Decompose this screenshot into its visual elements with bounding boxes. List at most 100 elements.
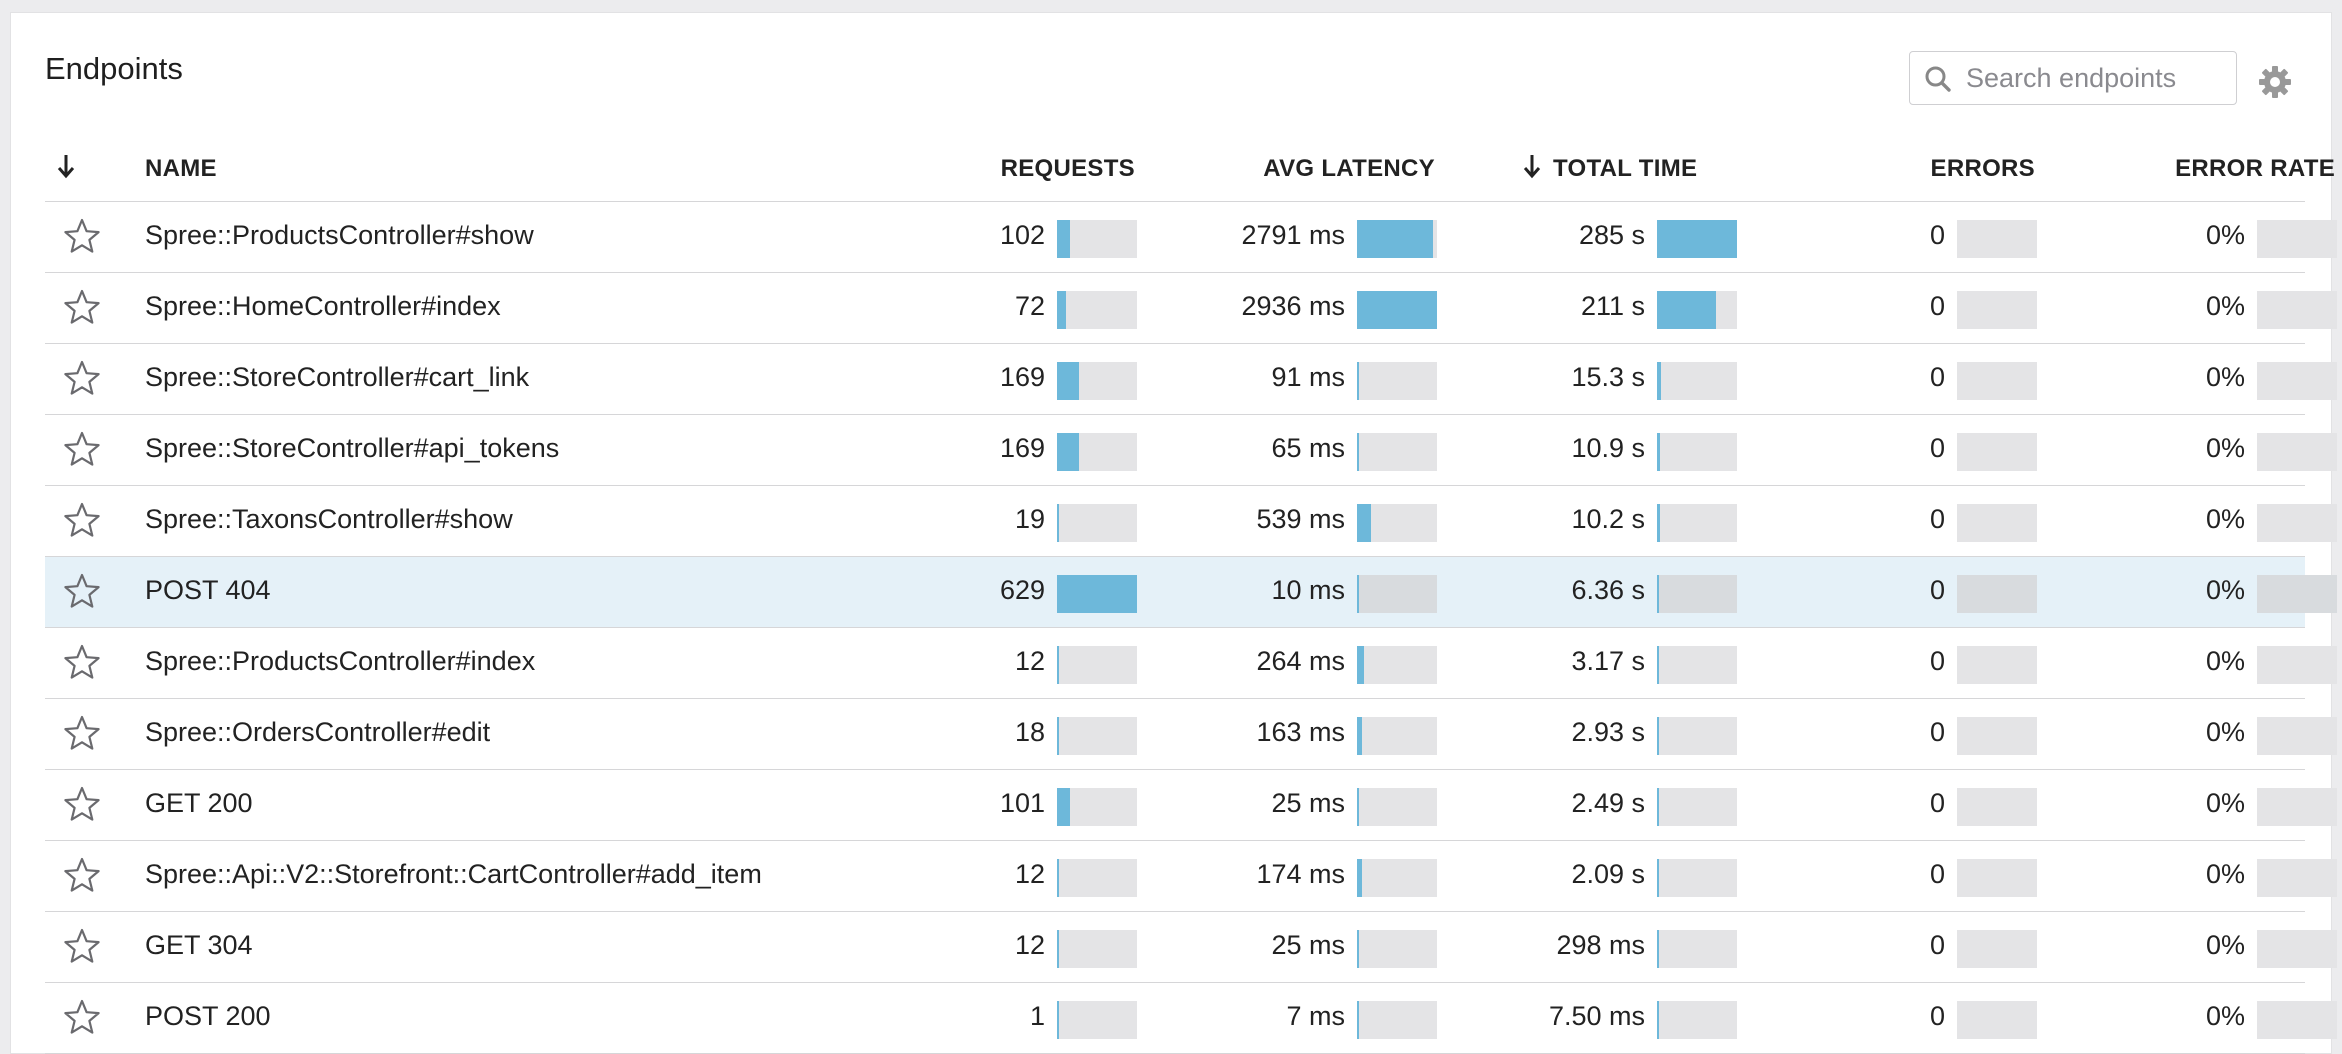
table-row[interactable]: Spree::TaxonsController#show 19 539 ms 1… xyxy=(45,486,2337,557)
errors-value: 0 xyxy=(1929,717,1945,747)
avg-latency-bar xyxy=(1357,504,1437,542)
total-time-value: 2.49 s xyxy=(1571,788,1645,818)
errors-value: 0 xyxy=(1929,1001,1945,1031)
star-icon[interactable] xyxy=(63,927,101,965)
table-row[interactable]: Spree::ProductsController#show 102 2791 … xyxy=(45,202,2337,273)
errors-bar xyxy=(1957,930,2037,968)
error-rate-value: 0% xyxy=(2205,220,2245,250)
table-row[interactable]: Spree::ProductsController#index 12 264 m… xyxy=(45,628,2337,699)
star-icon[interactable] xyxy=(63,714,101,752)
endpoint-name-link[interactable]: Spree::StoreController#api_tokens xyxy=(145,433,559,464)
avg-latency-bar xyxy=(1357,930,1437,968)
requests-value: 101 xyxy=(999,788,1045,818)
star-icon[interactable] xyxy=(63,430,101,468)
error-rate-value: 0% xyxy=(2205,930,2245,960)
star-icon[interactable] xyxy=(63,643,101,681)
requests-value: 12 xyxy=(1014,930,1045,960)
total-time-value: 3.17 s xyxy=(1571,646,1645,676)
requests-value: 629 xyxy=(999,575,1045,605)
requests-value: 12 xyxy=(1014,646,1045,676)
total-time-value: 2.09 s xyxy=(1571,859,1645,889)
star-icon[interactable] xyxy=(63,572,101,610)
table-row[interactable]: Spree::Api::V2::Storefront::CartControll… xyxy=(45,841,2337,912)
endpoint-name-link[interactable]: Spree::StoreController#cart_link xyxy=(145,362,529,393)
table-row[interactable]: GET 200 101 25 ms 2.49 s 0 0% xyxy=(45,770,2337,841)
avg-latency-value: 2791 ms xyxy=(1241,220,1345,250)
column-header-name[interactable]: NAME xyxy=(145,155,217,183)
arrow-down-icon[interactable] xyxy=(55,151,77,181)
avg-latency-bar xyxy=(1357,859,1437,897)
errors-bar xyxy=(1957,1001,2037,1039)
table-row[interactable]: Spree::HomeController#index 72 2936 ms 2… xyxy=(45,273,2337,344)
table-row[interactable]: GET 304 12 25 ms 298 ms 0 0% xyxy=(45,912,2337,983)
endpoint-name-link[interactable]: GET 304 xyxy=(145,930,253,961)
requests-bar xyxy=(1057,220,1137,258)
errors-bar xyxy=(1957,433,2037,471)
total-time-value: 10.9 s xyxy=(1571,433,1645,463)
endpoint-name-link[interactable]: Spree::TaxonsController#show xyxy=(145,504,513,535)
requests-value: 18 xyxy=(1014,717,1045,747)
column-header-avg-latency[interactable]: AVG LATENCY xyxy=(1195,155,1435,183)
endpoint-name-link[interactable]: Spree::OrdersController#edit xyxy=(145,717,490,748)
total-time-value: 6.36 s xyxy=(1571,575,1645,605)
error-rate-value: 0% xyxy=(2205,433,2245,463)
star-icon[interactable] xyxy=(63,785,101,823)
error-rate-bar xyxy=(2257,220,2337,258)
avg-latency-value: 7 ms xyxy=(1286,1001,1345,1031)
errors-value: 0 xyxy=(1929,362,1945,392)
endpoint-name-link[interactable]: GET 200 xyxy=(145,788,253,819)
avg-latency-bar xyxy=(1357,1001,1437,1039)
search-input[interactable] xyxy=(1966,60,2226,96)
avg-latency-bar xyxy=(1357,220,1437,258)
search-box[interactable] xyxy=(1909,51,2237,105)
star-icon[interactable] xyxy=(63,217,101,255)
error-rate-value: 0% xyxy=(2205,362,2245,392)
endpoints-table-body: Spree::ProductsController#show 102 2791 … xyxy=(45,202,2337,1054)
requests-bar xyxy=(1057,362,1137,400)
table-row[interactable]: Spree::OrdersController#edit 18 163 ms 2… xyxy=(45,699,2337,770)
avg-latency-bar xyxy=(1357,575,1437,613)
requests-bar xyxy=(1057,433,1137,471)
total-time-bar xyxy=(1657,433,1737,471)
requests-value: 12 xyxy=(1014,859,1045,889)
avg-latency-value: 25 ms xyxy=(1271,788,1345,818)
total-time-bar xyxy=(1657,575,1737,613)
star-icon[interactable] xyxy=(63,288,101,326)
search-icon xyxy=(1925,66,1951,92)
error-rate-value: 0% xyxy=(2205,504,2245,534)
star-icon[interactable] xyxy=(63,359,101,397)
endpoint-name-link[interactable]: POST 404 xyxy=(145,575,271,606)
requests-bar xyxy=(1057,291,1137,329)
table-row[interactable]: Spree::StoreController#cart_link 169 91 … xyxy=(45,344,2337,415)
endpoint-name-link[interactable]: Spree::Api::V2::Storefront::CartControll… xyxy=(145,859,762,890)
table-row[interactable]: POST 200 1 7 ms 7.50 ms 0 0% xyxy=(45,983,2337,1054)
gear-icon[interactable] xyxy=(2257,64,2293,100)
avg-latency-value: 163 ms xyxy=(1256,717,1345,747)
endpoint-name-link[interactable]: Spree::ProductsController#index xyxy=(145,646,535,677)
errors-value: 0 xyxy=(1929,575,1945,605)
table-row[interactable]: POST 404 629 10 ms 6.36 s 0 0% xyxy=(45,557,2337,628)
requests-bar xyxy=(1057,646,1137,684)
error-rate-bar xyxy=(2257,788,2337,826)
table-row[interactable]: Spree::StoreController#api_tokens 169 65… xyxy=(45,415,2337,486)
total-time-bar xyxy=(1657,717,1737,755)
column-header-requests[interactable]: REQUESTS xyxy=(965,155,1135,183)
endpoints-panel: Endpoints NAME REQUESTS AVG LATENCY xyxy=(10,12,2337,1054)
column-header-errors[interactable]: ERRORS xyxy=(1845,155,2035,183)
column-header-error-rate[interactable]: ERROR RATE xyxy=(2085,155,2335,183)
endpoint-name-link[interactable]: POST 200 xyxy=(145,1001,271,1032)
star-icon[interactable] xyxy=(63,998,101,1036)
total-time-bar xyxy=(1657,859,1737,897)
endpoint-name-link[interactable]: Spree::HomeController#index xyxy=(145,291,501,322)
endpoint-name-link[interactable]: Spree::ProductsController#show xyxy=(145,220,534,251)
star-icon[interactable] xyxy=(63,856,101,894)
error-rate-bar xyxy=(2257,504,2337,542)
requests-bar xyxy=(1057,1001,1137,1039)
errors-value: 0 xyxy=(1929,930,1945,960)
column-header-total-time[interactable]: TOTAL TIME xyxy=(1553,155,1697,183)
error-rate-value: 0% xyxy=(2205,575,2245,605)
requests-bar xyxy=(1057,788,1137,826)
requests-bar xyxy=(1057,575,1137,613)
errors-bar xyxy=(1957,220,2037,258)
star-icon[interactable] xyxy=(63,501,101,539)
